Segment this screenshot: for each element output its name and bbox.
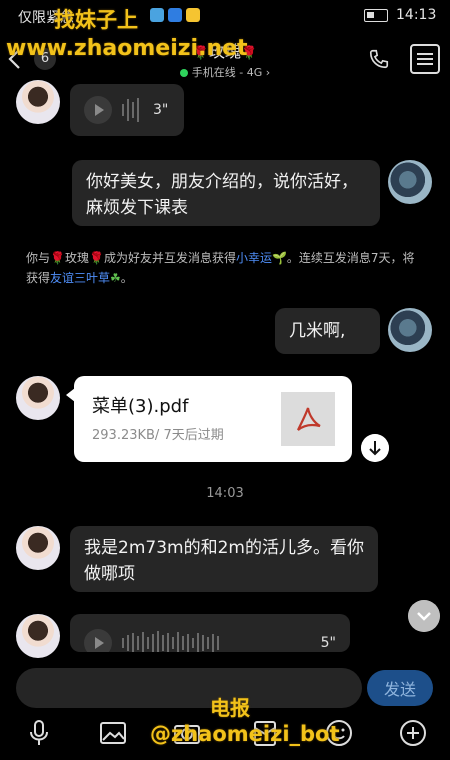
clover-link[interactable]: 友谊三叶草: [50, 271, 110, 285]
watermark-text: 电报: [210, 696, 250, 720]
pdf-icon: [281, 392, 335, 446]
voice-message[interactable]: 5": [70, 614, 350, 652]
message-input[interactable]: [16, 668, 362, 708]
play-icon[interactable]: [84, 96, 112, 124]
contact-avatar[interactable]: [16, 614, 60, 658]
my-avatar[interactable]: [388, 308, 432, 352]
rose-icon: 🌹: [50, 251, 65, 265]
plus-icon[interactable]: [398, 718, 428, 748]
contact-avatar[interactable]: [16, 80, 60, 124]
watermark-text: 找妹子上: [54, 8, 138, 32]
online-dot-icon: [179, 69, 188, 77]
scroll-to-bottom-icon[interactable]: [408, 600, 440, 632]
time-divider: 14:03: [206, 486, 244, 501]
rose-icon: 🌹: [88, 251, 104, 265]
voice-duration: 3": [153, 102, 169, 118]
voice-message[interactable]: 3": [70, 84, 184, 136]
clock: 14:13: [396, 7, 437, 23]
image-icon[interactable]: [98, 718, 128, 748]
lucky-link[interactable]: 小幸运: [236, 251, 272, 265]
my-avatar[interactable]: [388, 160, 432, 204]
app-notification-icon: [168, 8, 182, 22]
play-icon[interactable]: [84, 629, 112, 652]
file-name: 菜单(3).pdf: [92, 396, 189, 417]
microphone-icon[interactable]: [24, 718, 54, 748]
app-notification-icon: [150, 8, 164, 22]
notification-icons: [150, 8, 200, 22]
waveform-icon: [122, 98, 139, 122]
download-icon[interactable]: [361, 434, 389, 462]
battery-icon: [364, 9, 388, 22]
phone-call-icon[interactable]: [368, 48, 390, 70]
received-text-message[interactable]: 我是2m73m的和2m的活儿多。看你做哪项: [70, 526, 378, 592]
friendship-system-message: 你与🌹玫瑰🌹成为好友并互发消息获得小幸运🌱。连续互发消息7天，将获得友谊三叶草☘…: [26, 251, 415, 285]
file-meta: 293.23KB/ 7天后过期: [92, 428, 224, 443]
sent-text-message[interactable]: 几米啊,: [275, 308, 380, 354]
sent-text-message[interactable]: 你好美女，朋友介绍的，说你活好，麻烦发下课表: [72, 160, 380, 226]
app-notification-icon: [186, 8, 200, 22]
waveform-icon: [122, 631, 219, 652]
contact-avatar[interactable]: [16, 376, 60, 420]
watermark-url: www.zhaomeizi.net: [6, 36, 248, 61]
contact-avatar[interactable]: [16, 526, 60, 570]
menu-icon[interactable]: [410, 44, 440, 74]
watermark-handle: @zhaomeizi_bot: [150, 722, 340, 746]
sprout-icon: 🌱: [271, 251, 287, 265]
voice-duration: 5": [320, 635, 336, 651]
clover-icon: ☘: [110, 271, 121, 285]
pdf-file-message[interactable]: 菜单(3).pdf 293.23KB/ 7天后过期: [66, 376, 352, 462]
send-button[interactable]: 发送: [367, 670, 433, 706]
online-status: 手机在线 - 4G ›: [160, 64, 290, 80]
